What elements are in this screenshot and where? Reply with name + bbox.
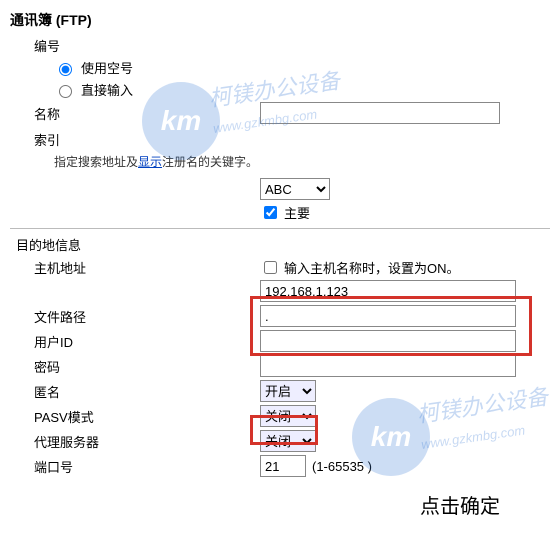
main-checkbox-label: 主要 (284, 203, 310, 222)
radio-direct-input[interactable] (59, 85, 72, 98)
port-range: (1-65535 ) (312, 459, 372, 474)
numbering-label: 编号 (10, 36, 550, 55)
user-label: 用户ID (10, 332, 260, 351)
port-input[interactable] (260, 455, 306, 477)
host-label: 主机地址 (10, 258, 260, 277)
radio-use-empty[interactable] (59, 63, 72, 76)
path-label: 文件路径 (10, 307, 260, 326)
index-dropdown[interactable]: ABC (260, 178, 330, 200)
anon-label: 匿名 (10, 382, 260, 401)
name-input[interactable] (260, 102, 500, 124)
radio-use-empty-label: 使用空号 (81, 58, 133, 77)
radio-direct-input-label: 直接输入 (81, 80, 133, 99)
password-input[interactable] (260, 355, 516, 377)
password-label: 密码 (10, 357, 260, 376)
host-name-checkbox-label: 输入主机名称时，设置为ON。 (284, 258, 460, 277)
host-input[interactable] (260, 280, 516, 302)
anon-select[interactable]: 开启 (260, 380, 316, 402)
main-checkbox[interactable] (264, 206, 277, 219)
dest-section-title: 目的地信息 (10, 235, 550, 254)
page-title: 通讯簿 (FTP) (10, 10, 550, 30)
host-name-checkbox[interactable] (264, 261, 277, 274)
port-label: 端口号 (10, 457, 260, 476)
path-input[interactable] (260, 305, 516, 327)
name-label: 名称 (10, 104, 260, 123)
index-hint-link[interactable]: 显示 (138, 155, 162, 169)
annotation-text: 点击确定 (420, 490, 500, 519)
proxy-label: 代理服务器 (10, 432, 260, 451)
proxy-select[interactable]: 关闭 (260, 430, 316, 452)
user-input[interactable] (260, 330, 516, 352)
divider (10, 228, 550, 229)
index-hint: 指定搜索地址及显示注册名的关键字。 (54, 153, 550, 170)
index-label: 索引 (10, 130, 550, 149)
pasv-label: PASV模式 (10, 407, 260, 426)
pasv-select[interactable]: 关闭 (260, 405, 316, 427)
